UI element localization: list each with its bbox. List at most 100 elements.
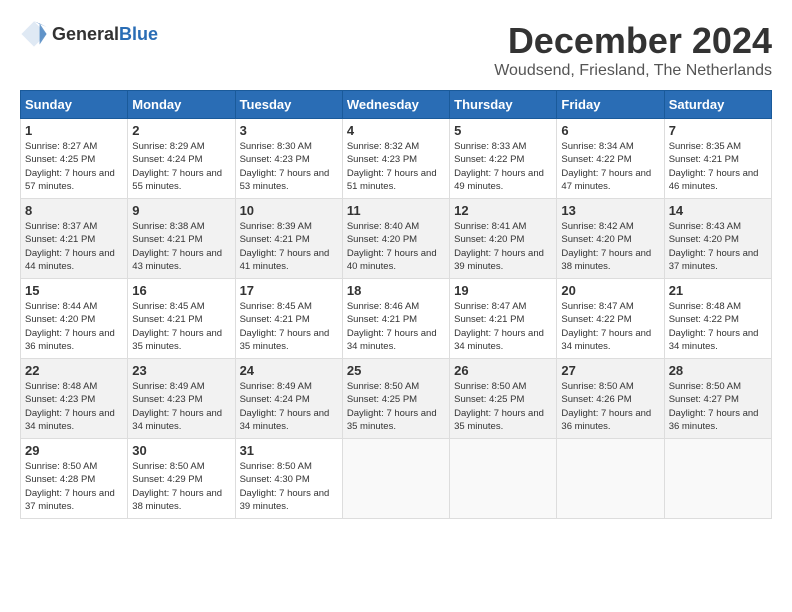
daylight-label: Daylight: 7 hours and 35 minutes.	[132, 328, 222, 352]
sunrise-label: Sunrise: 8:44 AM	[25, 301, 97, 312]
sunset-label: Sunset: 4:29 PM	[132, 474, 202, 485]
sunrise-label: Sunrise: 8:30 AM	[240, 141, 312, 152]
sunset-label: Sunset: 4:21 PM	[25, 234, 95, 245]
day-info: Sunrise: 8:40 AM Sunset: 4:20 PM Dayligh…	[347, 220, 445, 273]
daylight-label: Daylight: 7 hours and 35 minutes.	[240, 328, 330, 352]
day-info: Sunrise: 8:48 AM Sunset: 4:23 PM Dayligh…	[25, 380, 123, 433]
sunset-label: Sunset: 4:22 PM	[669, 314, 739, 325]
daylight-label: Daylight: 7 hours and 55 minutes.	[132, 168, 222, 192]
calendar-cell: 11 Sunrise: 8:40 AM Sunset: 4:20 PM Dayl…	[342, 199, 449, 279]
calendar-cell: 19 Sunrise: 8:47 AM Sunset: 4:21 PM Dayl…	[450, 279, 557, 359]
logo: GeneralBlue	[20, 20, 158, 48]
sunset-label: Sunset: 4:22 PM	[454, 154, 524, 165]
daylight-label: Daylight: 7 hours and 34 minutes.	[25, 408, 115, 432]
day-number: 24	[240, 363, 338, 378]
calendar-cell: 15 Sunrise: 8:44 AM Sunset: 4:20 PM Dayl…	[21, 279, 128, 359]
sunrise-label: Sunrise: 8:50 AM	[561, 381, 633, 392]
sunset-label: Sunset: 4:23 PM	[132, 394, 202, 405]
sunrise-label: Sunrise: 8:47 AM	[561, 301, 633, 312]
calendar-cell: 5 Sunrise: 8:33 AM Sunset: 4:22 PM Dayli…	[450, 119, 557, 199]
sunrise-label: Sunrise: 8:45 AM	[132, 301, 204, 312]
sunrise-label: Sunrise: 8:47 AM	[454, 301, 526, 312]
column-header-wednesday: Wednesday	[342, 91, 449, 119]
sunrise-label: Sunrise: 8:48 AM	[669, 301, 741, 312]
calendar-cell: 23 Sunrise: 8:49 AM Sunset: 4:23 PM Dayl…	[128, 359, 235, 439]
day-info: Sunrise: 8:30 AM Sunset: 4:23 PM Dayligh…	[240, 140, 338, 193]
column-header-tuesday: Tuesday	[235, 91, 342, 119]
day-number: 17	[240, 283, 338, 298]
day-number: 31	[240, 443, 338, 458]
day-number: 18	[347, 283, 445, 298]
sunset-label: Sunset: 4:27 PM	[669, 394, 739, 405]
sunrise-label: Sunrise: 8:40 AM	[347, 221, 419, 232]
sunset-label: Sunset: 4:22 PM	[561, 314, 631, 325]
daylight-label: Daylight: 7 hours and 40 minutes.	[347, 248, 437, 272]
day-number: 23	[132, 363, 230, 378]
sunrise-label: Sunrise: 8:39 AM	[240, 221, 312, 232]
day-number: 5	[454, 123, 552, 138]
sunrise-label: Sunrise: 8:29 AM	[132, 141, 204, 152]
day-number: 27	[561, 363, 659, 378]
calendar-cell: 14 Sunrise: 8:43 AM Sunset: 4:20 PM Dayl…	[664, 199, 771, 279]
daylight-label: Daylight: 7 hours and 34 minutes.	[454, 328, 544, 352]
daylight-label: Daylight: 7 hours and 44 minutes.	[25, 248, 115, 272]
sunrise-label: Sunrise: 8:50 AM	[240, 461, 312, 472]
day-info: Sunrise: 8:35 AM Sunset: 4:21 PM Dayligh…	[669, 140, 767, 193]
day-info: Sunrise: 8:42 AM Sunset: 4:20 PM Dayligh…	[561, 220, 659, 273]
day-number: 8	[25, 203, 123, 218]
daylight-label: Daylight: 7 hours and 34 minutes.	[561, 328, 651, 352]
calendar-header-row: SundayMondayTuesdayWednesdayThursdayFrid…	[21, 91, 772, 119]
day-info: Sunrise: 8:39 AM Sunset: 4:21 PM Dayligh…	[240, 220, 338, 273]
daylight-label: Daylight: 7 hours and 43 minutes.	[132, 248, 222, 272]
sunset-label: Sunset: 4:21 PM	[132, 234, 202, 245]
sunrise-label: Sunrise: 8:43 AM	[669, 221, 741, 232]
day-info: Sunrise: 8:33 AM Sunset: 4:22 PM Dayligh…	[454, 140, 552, 193]
day-number: 6	[561, 123, 659, 138]
day-number: 1	[25, 123, 123, 138]
day-number: 9	[132, 203, 230, 218]
day-info: Sunrise: 8:49 AM Sunset: 4:24 PM Dayligh…	[240, 380, 338, 433]
day-info: Sunrise: 8:34 AM Sunset: 4:22 PM Dayligh…	[561, 140, 659, 193]
sunset-label: Sunset: 4:26 PM	[561, 394, 631, 405]
sunset-label: Sunset: 4:20 PM	[454, 234, 524, 245]
sunset-label: Sunset: 4:20 PM	[669, 234, 739, 245]
daylight-label: Daylight: 7 hours and 46 minutes.	[669, 168, 759, 192]
sunrise-label: Sunrise: 8:37 AM	[25, 221, 97, 232]
day-info: Sunrise: 8:37 AM Sunset: 4:21 PM Dayligh…	[25, 220, 123, 273]
column-header-monday: Monday	[128, 91, 235, 119]
daylight-label: Daylight: 7 hours and 47 minutes.	[561, 168, 651, 192]
calendar-week-row: 1 Sunrise: 8:27 AM Sunset: 4:25 PM Dayli…	[21, 119, 772, 199]
calendar-table: SundayMondayTuesdayWednesdayThursdayFrid…	[20, 90, 772, 519]
daylight-label: Daylight: 7 hours and 37 minutes.	[25, 488, 115, 512]
calendar-cell: 29 Sunrise: 8:50 AM Sunset: 4:28 PM Dayl…	[21, 439, 128, 519]
sunset-label: Sunset: 4:25 PM	[25, 154, 95, 165]
day-info: Sunrise: 8:32 AM Sunset: 4:23 PM Dayligh…	[347, 140, 445, 193]
daylight-label: Daylight: 7 hours and 34 minutes.	[240, 408, 330, 432]
calendar-cell: 9 Sunrise: 8:38 AM Sunset: 4:21 PM Dayli…	[128, 199, 235, 279]
day-number: 12	[454, 203, 552, 218]
sunset-label: Sunset: 4:21 PM	[669, 154, 739, 165]
page-title: December 2024	[494, 20, 772, 62]
day-info: Sunrise: 8:29 AM Sunset: 4:24 PM Dayligh…	[132, 140, 230, 193]
sunset-label: Sunset: 4:24 PM	[240, 394, 310, 405]
sunrise-label: Sunrise: 8:41 AM	[454, 221, 526, 232]
sunset-label: Sunset: 4:20 PM	[561, 234, 631, 245]
calendar-cell: 27 Sunrise: 8:50 AM Sunset: 4:26 PM Dayl…	[557, 359, 664, 439]
column-header-saturday: Saturday	[664, 91, 771, 119]
sunrise-label: Sunrise: 8:35 AM	[669, 141, 741, 152]
day-number: 11	[347, 203, 445, 218]
sunrise-label: Sunrise: 8:50 AM	[25, 461, 97, 472]
calendar-cell: 2 Sunrise: 8:29 AM Sunset: 4:24 PM Dayli…	[128, 119, 235, 199]
daylight-label: Daylight: 7 hours and 37 minutes.	[669, 248, 759, 272]
sunset-label: Sunset: 4:30 PM	[240, 474, 310, 485]
daylight-label: Daylight: 7 hours and 57 minutes.	[25, 168, 115, 192]
calendar-cell: 24 Sunrise: 8:49 AM Sunset: 4:24 PM Dayl…	[235, 359, 342, 439]
day-number: 22	[25, 363, 123, 378]
sunrise-label: Sunrise: 8:50 AM	[347, 381, 419, 392]
day-number: 3	[240, 123, 338, 138]
calendar-cell: 18 Sunrise: 8:46 AM Sunset: 4:21 PM Dayl…	[342, 279, 449, 359]
day-info: Sunrise: 8:50 AM Sunset: 4:26 PM Dayligh…	[561, 380, 659, 433]
daylight-label: Daylight: 7 hours and 38 minutes.	[561, 248, 651, 272]
calendar-cell: 17 Sunrise: 8:45 AM Sunset: 4:21 PM Dayl…	[235, 279, 342, 359]
sunset-label: Sunset: 4:21 PM	[347, 314, 417, 325]
